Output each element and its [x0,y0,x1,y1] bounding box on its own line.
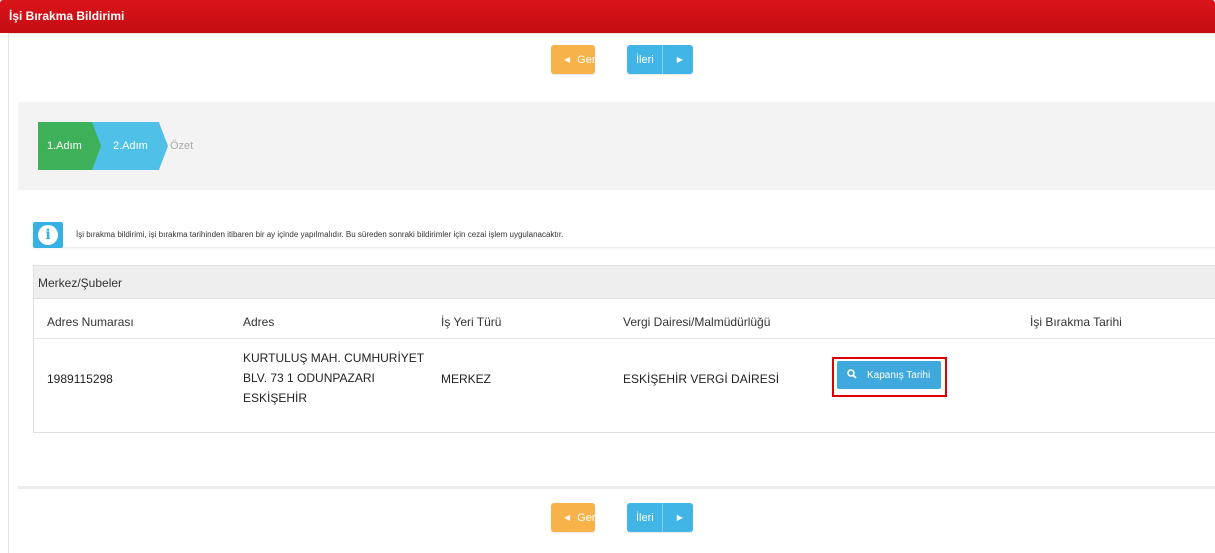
step-2[interactable]: 2.Adım [92,122,168,170]
branches-table: Merkez/Şubeler Adres Numarası Adres İş Y… [33,265,1215,433]
table-row: 1989115298 KURTULUŞ MAH. CUMHURİYET BLV.… [34,340,1215,432]
col-vergi-dairesi: Vergi Dairesi/Malmüdürlüğü [623,315,771,329]
col-is-yeri-turu: İş Yeri Türü [441,315,502,329]
col-adres-numarasi: Adres Numarası [47,315,134,329]
highlight-box [832,357,947,397]
wizard-steps: 1.Adım 2.Adım Özet [18,102,1215,190]
step-1-label: 1.Adım [47,140,82,152]
back-button-label: Geri [577,511,598,524]
next-button-label: İleri [636,53,654,66]
table-header-row: Adres Numarası Adres İş Yeri Türü Vergi … [34,299,1215,339]
col-adres: Adres [243,315,275,329]
chevron-left-icon: ◀ [564,513,571,522]
window-title: İşi Bırakma Bildirimi [9,9,125,23]
step-1[interactable]: 1.Adım [38,122,104,170]
cell-adres-line3: ESKİŞEHİR [243,391,308,405]
step-summary[interactable]: Özet [166,122,193,170]
info-circle: i [38,225,58,245]
top-nav: ◀ Geri İleri ▶ [0,45,1215,77]
info-text: İşi bırakma bildirimi, işi bırakma tarih… [76,230,564,239]
cell-vergi-dairesi: ESKİŞEHİR VERGİ DAİRESİ [623,372,780,386]
cell-is-yeri-turu: MERKEZ [441,372,492,386]
back-button-label: Geri [577,53,598,66]
chevron-left-icon: ◀ [564,55,571,64]
info-alert: i İşi bırakma bildirimi, işi bırakma tar… [33,222,1215,248]
back-button-bottom[interactable]: ◀ Geri [551,503,598,532]
button-divider [661,45,663,74]
step-summary-label: Özet [170,140,194,152]
chevron-right-icon: ▶ [676,513,683,522]
info-icon: i [33,222,63,248]
cell-adres-line2: BLV. 73 1 ODUNPAZARI [243,371,375,385]
button-divider [661,503,663,532]
next-button-top[interactable]: İleri ▶ [627,45,693,74]
bottom-nav: ◀ Geri İleri ▶ [0,503,1215,535]
step-2-label: 2.Adım [113,140,148,152]
cell-adres-numarasi: 1989115298 [47,372,113,386]
next-button-label: İleri [636,511,654,524]
window-title-bar: İşi Bırakma Bildirimi [0,0,1215,33]
next-button-bottom[interactable]: İleri ▶ [627,503,693,532]
col-isi-birakma-tarihi: İşi Bırakma Tarihi [1030,315,1122,329]
table-title: Merkez/Şubeler [34,266,1215,299]
back-button-top[interactable]: ◀ Geri [551,45,598,74]
footer-divider [18,486,1215,489]
cell-adres-line1: KURTULUŞ MAH. CUMHURİYET [243,351,425,365]
chevron-right-icon: ▶ [676,55,683,64]
